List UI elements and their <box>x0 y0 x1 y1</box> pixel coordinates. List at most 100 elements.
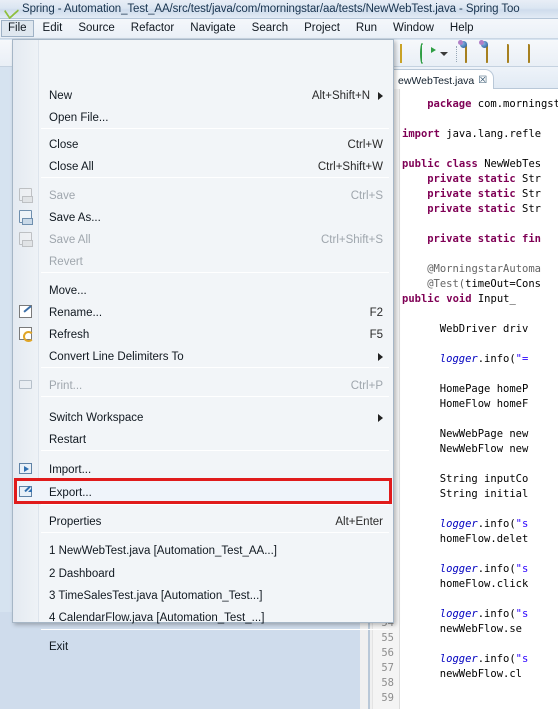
menu-item-close-all[interactable]: Close All Ctrl+Shift+W <box>40 155 391 178</box>
menu-item-label: Close All <box>49 160 94 173</box>
line-number: 58 <box>381 677 394 689</box>
code-token: timeOut=Cons <box>465 278 541 290</box>
menubar-item-refactor[interactable]: Refactor <box>124 20 181 37</box>
caret-down-icon[interactable] <box>440 45 449 62</box>
code-line: NewWebFlow new <box>440 442 529 457</box>
submenu-arrow-icon <box>378 352 383 361</box>
menu-item-label: Close <box>49 138 79 151</box>
menu-item-label: New <box>49 89 73 102</box>
code-text[interactable]: package com.morningsta import java.lang.r… <box>402 89 558 709</box>
save-all-icon <box>18 231 34 247</box>
menu-item-close[interactable]: Close Ctrl+W <box>40 133 391 156</box>
code-line: logger.info("s <box>440 607 529 622</box>
code-line: logger.info("= <box>440 352 529 367</box>
code-line: NewWebPage new <box>440 427 529 442</box>
code-line: HomePage homeP <box>440 382 529 397</box>
code-token: WebDriver driv <box>439 323 529 335</box>
code-line: logger.info("s <box>440 562 529 577</box>
line-number: 59 <box>381 692 394 704</box>
menubar-item-window[interactable]: Window <box>386 20 441 37</box>
menu-item-accelerator: Ctrl+Shift+S <box>321 233 383 246</box>
code-token: String initial <box>439 488 529 500</box>
code-line: @Test(timeOut=Cons <box>427 277 541 292</box>
menu-item-print: Print... Ctrl+P <box>40 374 391 397</box>
menubar-item-help[interactable]: Help <box>443 20 481 37</box>
file-menu-popup[interactable]: New Alt+Shift+N Open File... Close Ctrl+W Clo… <box>12 39 394 653</box>
menu-separator <box>41 272 389 273</box>
menu-item-export[interactable]: Export... <box>40 481 391 504</box>
code-token: .info( <box>477 353 516 365</box>
code-token: String inputCo <box>439 473 529 485</box>
code-token: @Test( <box>427 278 466 290</box>
menu-item-refresh[interactable]: Refresh F5 <box>40 323 391 346</box>
code-token: NewWebPage new <box>439 428 529 440</box>
menubar-item-source[interactable]: Source <box>71 20 121 37</box>
import-icon <box>18 461 34 477</box>
menu-separator <box>41 629 389 630</box>
menu-item-restart[interactable]: Restart <box>40 428 391 451</box>
code-token: package <box>427 98 472 110</box>
menubar-item-project[interactable]: Project <box>297 20 347 37</box>
run-icon[interactable] <box>419 43 436 64</box>
menu-item-3-timesalestest-java-automation-test[interactable]: 3 TimeSalesTest.java [Automation_Test...… <box>40 584 391 607</box>
menu-item-label: 4 CalendarFlow.java [Automation_Test_...… <box>49 611 265 624</box>
code-line: homeFlow.delet <box>440 532 529 547</box>
open-package-icon[interactable] <box>464 44 481 63</box>
cube-icon[interactable] <box>398 44 415 63</box>
toolbar-separator <box>456 45 457 62</box>
menu-item-new[interactable]: New Alt+Shift+N <box>40 84 391 107</box>
code-token: "= <box>515 353 529 365</box>
rename-icon <box>18 304 34 320</box>
code-token: Input_ <box>477 293 516 305</box>
open-package-icon-2[interactable] <box>485 44 502 63</box>
menubar-item-run[interactable]: Run <box>349 20 384 37</box>
menu-item-open-file[interactable]: Open File... <box>40 106 391 129</box>
menu-item-2-dashboard[interactable]: 2 Dashboard <box>40 562 391 585</box>
menu-item-accelerator: Ctrl+W <box>347 138 383 151</box>
menu-item-properties[interactable]: Properties Alt+Enter <box>40 510 391 533</box>
menu-item-1-newwebtest-java-automation-test-aa[interactable]: 1 NewWebTest.java [Automation_Test_AA...… <box>40 539 391 562</box>
menu-item-label: Print... <box>49 379 83 392</box>
menu-item-label: Restart <box>49 433 87 446</box>
code-line: String initial <box>440 487 529 502</box>
code-line: logger.info("s <box>440 652 529 667</box>
menu-item-accelerator: Alt+Shift+N <box>311 89 370 102</box>
menu-bar: File Edit Source Refactor Navigate Searc… <box>0 19 558 39</box>
code-line: public void Input_ <box>402 292 516 307</box>
code-token: public class <box>402 158 485 170</box>
menu-separator <box>41 128 389 129</box>
menu-item-4-calendarflow-java-automation-test[interactable]: 4 CalendarFlow.java [Automation_Test_...… <box>40 606 391 629</box>
code-line: HomeFlow homeF <box>440 397 529 412</box>
menu-item-label: Switch Workspace <box>49 411 144 424</box>
menu-item-exit[interactable]: Exit <box>40 635 391 658</box>
menu-item-save-as[interactable]: Save As... <box>40 206 391 229</box>
code-token: "s <box>515 653 529 665</box>
menu-item-accelerator: Ctrl+Shift+W <box>317 160 383 173</box>
menu-item-convert-line-delimiters-to[interactable]: Convert Line Delimiters To <box>40 345 391 368</box>
code-line: public class NewWebTes <box>402 157 541 172</box>
editor-tab-newwebtest[interactable]: ewWebTest.java ☒ <box>391 69 495 89</box>
open-folder-icon[interactable] <box>506 44 523 63</box>
menu-item-accelerator: F5 <box>369 328 383 341</box>
menubar-item-navigate[interactable]: Navigate <box>183 20 242 37</box>
code-token: Str <box>522 203 541 215</box>
menubar-item-search[interactable]: Search <box>245 20 295 37</box>
menubar-item-file[interactable]: File <box>1 20 34 37</box>
code-token: logger <box>439 653 478 665</box>
menu-item-move[interactable]: Move... <box>40 279 391 302</box>
code-token: java.lang.refle <box>439 128 542 140</box>
close-icon[interactable]: ☒ <box>478 75 487 86</box>
code-token: private static <box>427 203 523 215</box>
menu-item-label: Refresh <box>49 328 90 341</box>
code-token: @MorningstarAutoma <box>427 263 541 275</box>
menu-item-label: Save As... <box>49 211 101 224</box>
menu-item-rename[interactable]: Rename... F2 <box>40 301 391 324</box>
menubar-item-edit[interactable]: Edit <box>36 20 70 37</box>
submenu-arrow-icon <box>378 91 383 100</box>
folder-icon[interactable] <box>527 44 544 63</box>
refresh-icon <box>18 326 34 342</box>
code-line: newWebFlow.cl <box>440 667 522 682</box>
menu-item-switch-workspace[interactable]: Switch Workspace <box>40 406 391 429</box>
toolbar-icon-group <box>398 40 544 67</box>
code-line: homeFlow.click <box>440 577 529 592</box>
